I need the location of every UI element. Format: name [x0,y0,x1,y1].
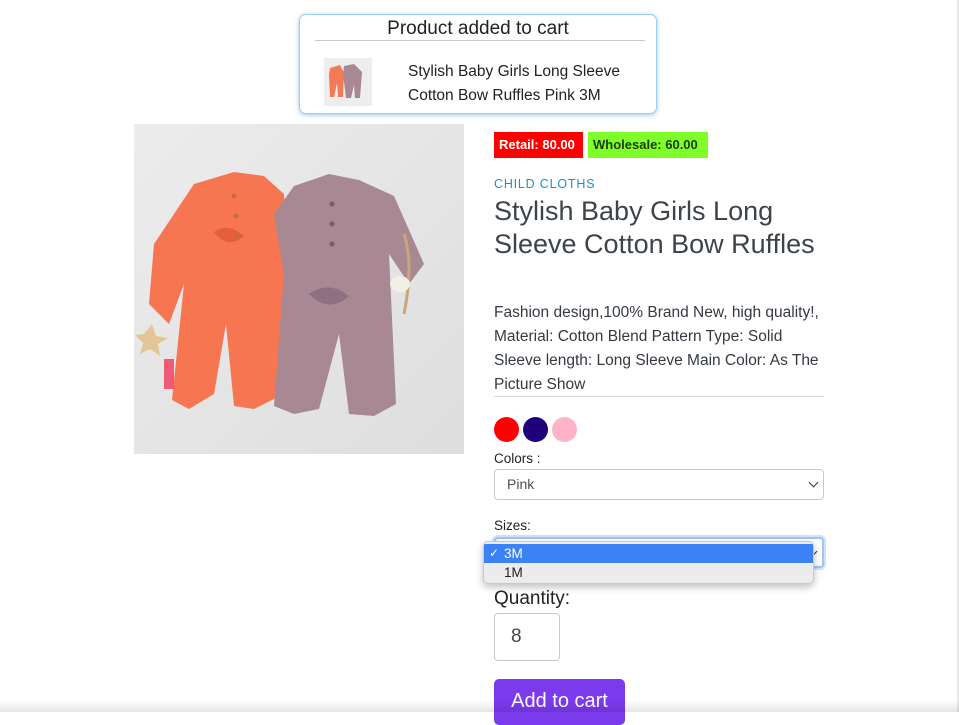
cart-toast: Product added to cart Stylish Baby Girls… [299,14,657,114]
color-swatch-red[interactable] [494,417,519,442]
quantity-label: Quantity: [494,588,571,609]
toast-product-name: Stylish Baby Girls Long Sleeve Cotton Bo… [408,60,644,108]
size-option-3m[interactable]: ✓ 3M [484,544,813,563]
toast-title: Product added to cart [387,18,569,39]
wholesale-price-badge: Wholesale: 60.00 [588,132,708,158]
product-image [134,124,464,454]
product-title: Stylish Baby Girls Long Sleeve Cotton Bo… [494,196,815,259]
color-select-value: Pink [507,476,535,492]
retail-price-badge: Retail: 80.00 [494,132,583,158]
description-divider [494,396,824,397]
product-category[interactable]: CHILD CLOTHS [494,177,595,191]
size-option-label: 3M [504,546,523,561]
color-swatch-navy[interactable] [523,417,548,442]
sizes-label: Sizes: [494,518,531,533]
size-dropdown-menu: ✓ 3M 1M [483,541,814,584]
bottom-shadow [0,700,959,712]
colors-label: Colors : [494,451,541,466]
checkmark-icon: ✓ [489,546,500,560]
product-description: Fashion design,100% Brand New, high qual… [494,304,819,393]
chevron-down-icon [808,477,819,488]
size-option-label: 1M [504,565,523,580]
toast-product-name-line2: Cotton Bow Ruffles Pink 3M [408,87,601,104]
toast-divider [315,40,645,41]
toast-product-name-line1: Stylish Baby Girls Long Sleeve [408,63,620,80]
color-select[interactable]: Pink [494,469,824,500]
color-swatch-pink[interactable] [552,417,577,442]
toast-product-thumbnail [324,58,372,106]
size-option-1m[interactable]: 1M [484,563,813,582]
quantity-input[interactable]: 8 [494,613,560,661]
